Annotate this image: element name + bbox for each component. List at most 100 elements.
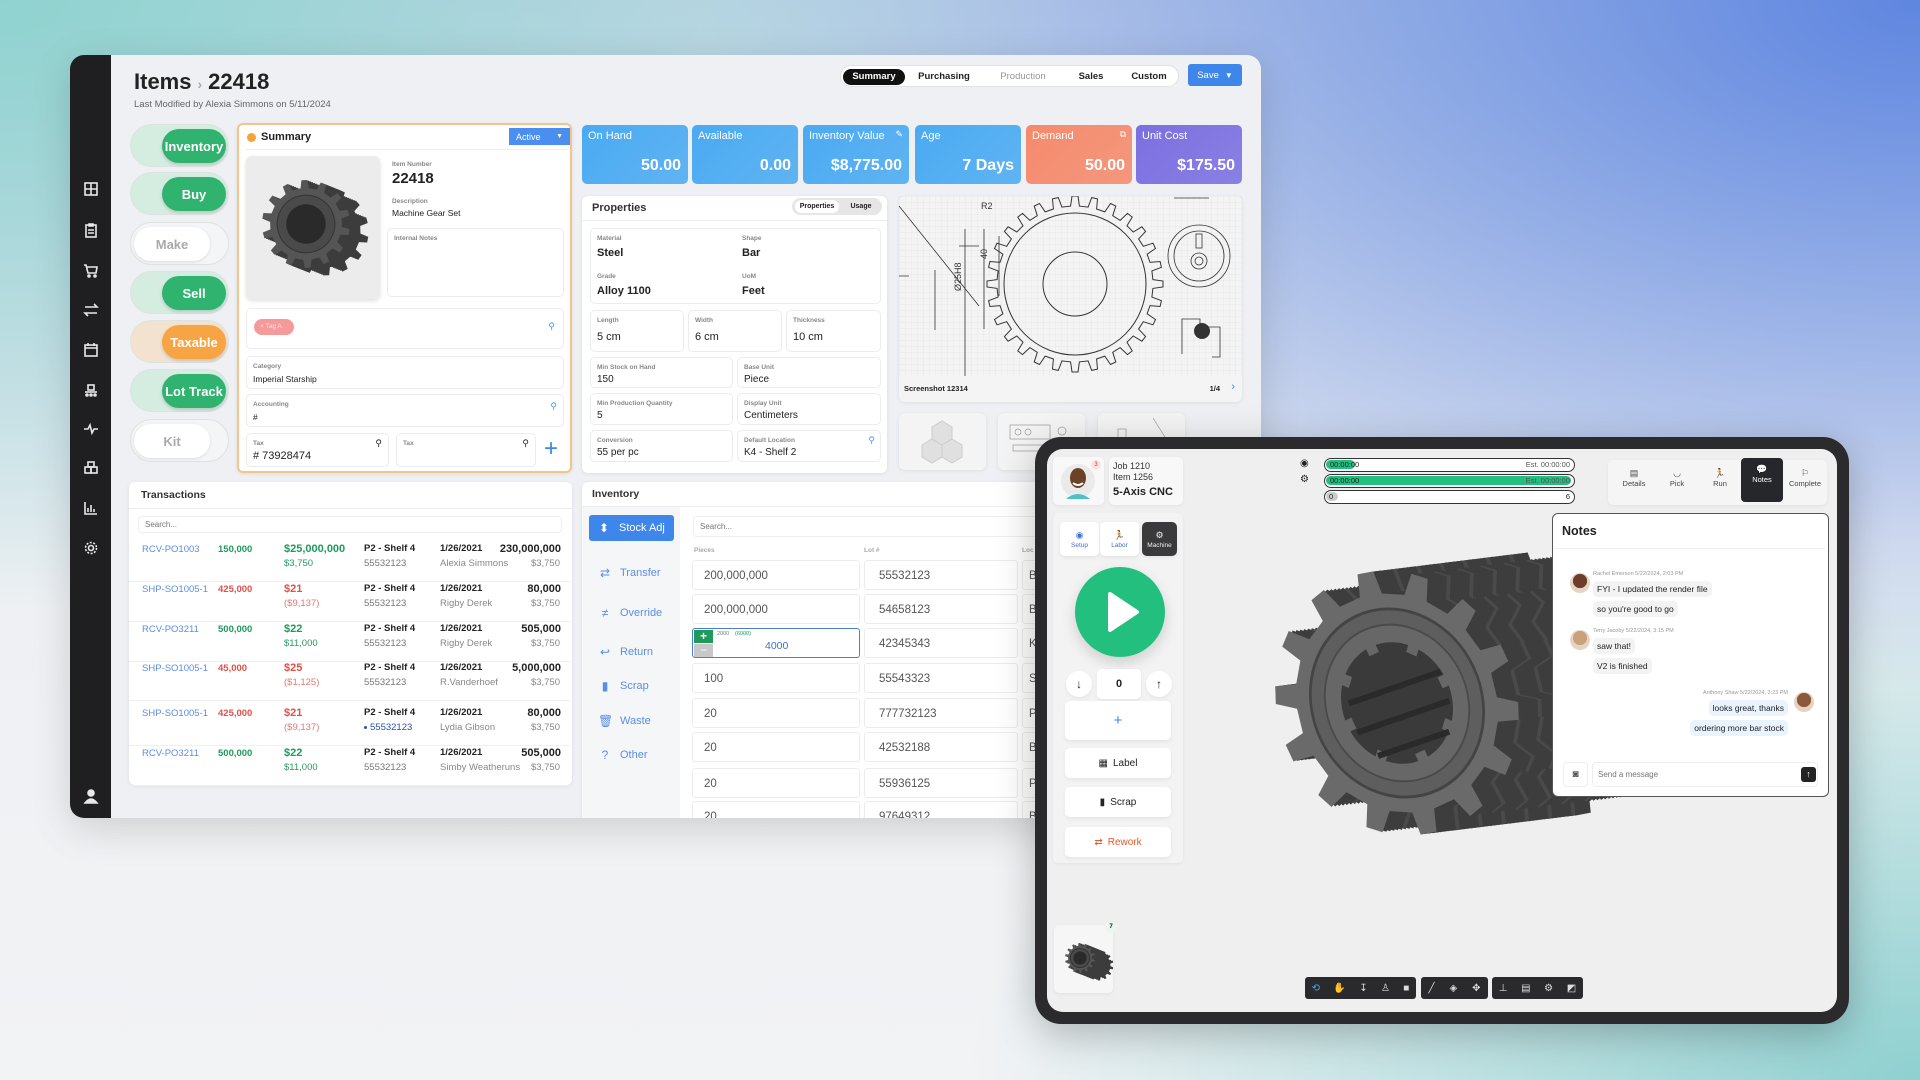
uom-value[interactable]: Feet — [742, 285, 765, 297]
toggle-sell[interactable]: Sell — [130, 271, 229, 314]
base-unit-field[interactable]: Base Unit Piece — [737, 357, 881, 388]
action-other[interactable]: ? Other — [598, 745, 648, 765]
default-location-field[interactable]: Default Location K4 - Shelf 2 ⚲ — [737, 430, 881, 462]
properties-icon[interactable]: ▤ — [1521, 983, 1530, 994]
tags-field[interactable]: × Tag A ⚲ — [246, 308, 564, 349]
action-stock-adj[interactable]: ⬍ Stock Adj — [589, 515, 674, 541]
scrap-button[interactable]: ▮ Scrap — [1065, 787, 1171, 817]
category-field[interactable]: Category Imperial Starship — [246, 356, 564, 389]
transaction-row[interactable]: RCV-PO3211 500,000 $22 $11,000 P2 - Shelf 4 5… — [129, 746, 571, 786]
action-transfer[interactable]: ⇄ Transfer — [598, 563, 661, 583]
status-dropdown[interactable]: Active ▼ — [509, 128, 570, 145]
search-icon[interactable]: ⚲ — [375, 438, 382, 449]
pieces-cell[interactable]: 20 — [692, 768, 860, 798]
message-input[interactable] — [1592, 762, 1818, 787]
tab-summary[interactable]: Summary — [843, 69, 905, 85]
tax-field[interactable]: Tax # 73928474 ⚲ — [246, 433, 389, 467]
conversion-field[interactable]: Conversion 55 per pc — [590, 430, 733, 462]
lot-cell[interactable]: 55936125 — [864, 768, 1018, 798]
search-icon[interactable]: ⚲ — [548, 321, 555, 332]
transaction-row[interactable]: RCV-PO3211 500,000 $22 $11,000 P2 - Shelf 4 5… — [129, 622, 571, 662]
toggle-properties[interactable]: Properties — [795, 200, 839, 213]
transaction-id[interactable]: SHP-SO1005-1 — [142, 663, 208, 674]
orbit-icon[interactable]: ⟲ — [1312, 983, 1320, 994]
settings-icon[interactable]: ⚙ — [1544, 983, 1553, 994]
nav-complete[interactable]: ⚐ Complete — [1784, 458, 1826, 502]
pieces-cell[interactable]: 100 — [692, 663, 860, 693]
transactions-search-input[interactable] — [138, 516, 562, 533]
add-tax-button[interactable]: + — [544, 435, 558, 463]
add-button[interactable]: + — [1065, 701, 1171, 740]
internal-notes-field[interactable]: Internal Notes — [387, 228, 564, 297]
pieces-cell[interactable]: 20 — [692, 801, 860, 818]
send-button[interactable]: ↑ — [1801, 767, 1816, 782]
camera-icon[interactable]: ■ — [1403, 983, 1409, 994]
grade-value[interactable]: Alloy 1100 — [597, 285, 651, 297]
action-waste[interactable]: 🗑 Waste — [598, 711, 651, 731]
measure-icon[interactable]: ╱ — [1428, 983, 1434, 994]
save-button[interactable]: Save ▼ — [1188, 64, 1242, 86]
display-unit-field[interactable]: Display Unit Centimeters — [737, 393, 881, 425]
model-thumbnail[interactable]: 7 — [1054, 921, 1117, 993]
pieces-input-active[interactable]: + − 2000 (6000) 4000 — [692, 628, 860, 658]
conveyor-icon[interactable] — [82, 382, 100, 400]
transaction-row[interactable]: SHP-SO1005-1 425,000 $21 ($9,137) P2 - Shelf… — [129, 582, 571, 622]
width-field[interactable]: Width 6 cm — [688, 310, 782, 352]
pieces-cell[interactable]: 20 — [692, 732, 860, 762]
toggle-taxable[interactable]: Taxable — [130, 320, 229, 363]
transaction-id[interactable]: RCV-PO1003 — [142, 544, 200, 555]
toggle-usage[interactable]: Usage — [842, 200, 880, 213]
nav-notes[interactable]: 💬 Notes — [1741, 458, 1783, 502]
minus-button[interactable]: − — [694, 644, 713, 657]
accounting-field[interactable]: Accounting # ⚲ — [246, 394, 564, 427]
section-icon[interactable]: ◈ — [1449, 983, 1457, 994]
lot-cell[interactable]: 55532123 — [864, 560, 1018, 590]
transfer-icon[interactable] — [82, 302, 100, 320]
shape-value[interactable]: Bar — [742, 247, 760, 259]
min-prod-field[interactable]: Min Production Quantity 5 — [590, 393, 733, 425]
tree-icon[interactable]: ⊥ — [1499, 983, 1508, 994]
operator-card[interactable]: 3 — [1053, 457, 1104, 505]
label-button[interactable]: ▦ Label — [1065, 748, 1171, 778]
external-link-icon[interactable]: ⧉ — [1120, 129, 1126, 140]
pieces-cell[interactable]: 200,000,000 — [692, 560, 860, 590]
toggle-buy[interactable]: Buy — [130, 172, 229, 215]
tab-sales[interactable]: Sales — [1069, 69, 1113, 85]
tab-custom[interactable]: Custom — [1122, 69, 1176, 85]
toggle-lot-track[interactable]: Lot Track — [130, 369, 229, 412]
transaction-row[interactable]: RCV-PO1003 150,000 $25,000,000 $3,750 P2 - S… — [129, 542, 571, 582]
length-field[interactable]: Length 5 cm — [590, 310, 684, 352]
material-value[interactable]: Steel — [597, 247, 623, 259]
toggle-inventory[interactable]: Inventory — [130, 124, 229, 167]
cart-icon[interactable] — [82, 262, 100, 280]
nav-run[interactable]: 🏃 Run — [1699, 458, 1741, 502]
pencil-icon[interactable]: ✎ — [895, 129, 903, 140]
pieces-cell[interactable]: 200,000,000 — [692, 594, 860, 624]
fullscreen-icon[interactable]: ◩ — [1567, 983, 1576, 994]
tag-chip[interactable]: × Tag A — [254, 319, 294, 335]
transaction-row[interactable]: SHP-SO1005-1 45,000 $25 ($1,125) P2 - Shelf … — [129, 661, 571, 701]
lot-cell[interactable]: 55543323 — [864, 663, 1018, 693]
mode-labor[interactable]: 🏃 Labor — [1100, 522, 1139, 556]
mode-setup[interactable]: ◉ Setup — [1060, 522, 1099, 556]
user-icon[interactable] — [82, 788, 100, 806]
activity-icon[interactable] — [82, 421, 100, 439]
thickness-field[interactable]: Thickness 10 cm — [786, 310, 881, 352]
min-stock-field[interactable]: Min Stock on Hand 150 — [590, 357, 733, 388]
search-icon[interactable]: ⚲ — [550, 401, 557, 412]
gear-icon[interactable] — [82, 540, 100, 558]
action-scrap[interactable]: ▮ Scrap — [598, 676, 649, 696]
plus-button[interactable]: + — [694, 630, 713, 643]
drawing-viewer[interactable]: R2 40 Ø25H8 Screenshot 12314 1/4 › — [899, 196, 1242, 402]
transaction-id[interactable]: SHP-SO1005-1 — [142, 584, 208, 595]
item-image[interactable] — [246, 156, 380, 299]
mode-machine[interactable]: ⚙ Machine — [1142, 522, 1177, 556]
lot-cell[interactable]: 777732123 — [864, 698, 1018, 728]
search-icon[interactable]: ⚲ — [868, 435, 875, 446]
transaction-id[interactable]: SHP-SO1005-1 — [142, 708, 208, 719]
lot-cell[interactable]: 42532188 — [864, 732, 1018, 762]
pan-icon[interactable]: ✋ — [1333, 983, 1345, 994]
toggle-make[interactable]: Make — [130, 222, 229, 265]
camera-button[interactable]: ◙ — [1563, 762, 1588, 787]
zoom-icon[interactable]: ↧ — [1359, 983, 1367, 994]
